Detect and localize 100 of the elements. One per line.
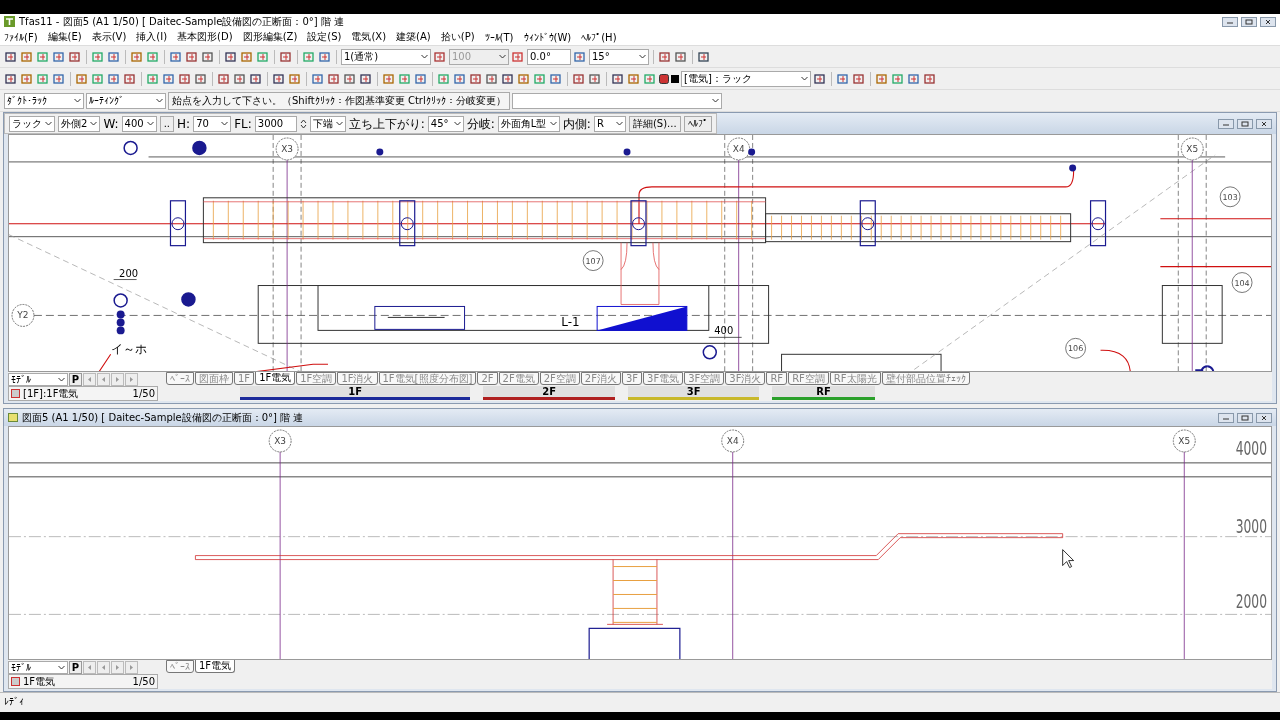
- tool-icon[interactable]: [146, 49, 160, 64]
- tool-icon[interactable]: [836, 71, 850, 86]
- tool-icon[interactable]: [249, 71, 263, 86]
- details-button[interactable]: 詳細(S)...: [628, 115, 681, 132]
- tool-icon[interactable]: [178, 71, 192, 86]
- close-icon[interactable]: [1260, 16, 1276, 27]
- tool-icon[interactable]: [533, 71, 547, 86]
- tool-icon[interactable]: [627, 71, 641, 86]
- menu-item[interactable]: 図形編集(Z): [242, 30, 298, 44]
- tool-icon[interactable]: [398, 71, 412, 86]
- tool-icon[interactable]: [433, 49, 447, 64]
- tool-icon[interactable]: [437, 71, 451, 86]
- tool-icon[interactable]: [91, 49, 105, 64]
- tool-icon[interactable]: [91, 71, 105, 86]
- tool-icon[interactable]: [674, 49, 688, 64]
- tool-icon[interactable]: [107, 71, 121, 86]
- tool-icon[interactable]: [185, 49, 199, 64]
- tool-icon[interactable]: [217, 71, 231, 86]
- tool-icon[interactable]: [162, 71, 176, 86]
- menu-item[interactable]: ﾌｧｲﾙ(F): [4, 31, 38, 43]
- sheet-tab[interactable]: 3F電気: [643, 372, 684, 385]
- menu-item[interactable]: ﾂｰﾙ(T): [484, 31, 514, 43]
- sheet-tab[interactable]: 2F電気: [498, 372, 539, 385]
- width-select[interactable]: 400: [121, 115, 157, 132]
- minimize-icon[interactable]: [1218, 118, 1234, 129]
- tool-icon[interactable]: [485, 71, 499, 86]
- sheet-tab[interactable]: RF空調: [788, 372, 829, 385]
- page-nav-button[interactable]: [83, 660, 96, 674]
- page-nav-button[interactable]: [111, 372, 124, 386]
- tool-icon[interactable]: [302, 49, 316, 64]
- help-button[interactable]: ﾍﾙﾌﾟ: [683, 115, 712, 132]
- tool-icon[interactable]: [194, 71, 208, 86]
- tool-icon[interactable]: [453, 71, 467, 86]
- tool-icon[interactable]: [311, 71, 325, 86]
- tool-icon[interactable]: [343, 71, 357, 86]
- tool-icon[interactable]: [359, 71, 373, 86]
- tool-icon[interactable]: [549, 71, 563, 86]
- sheet-tab[interactable]: 1F電気: [255, 372, 296, 385]
- menu-item[interactable]: 設定(S): [307, 30, 342, 44]
- sheet-tab[interactable]: 壁付部品位置ﾁｪｯｸ: [881, 372, 970, 385]
- tool-icon[interactable]: [4, 49, 18, 64]
- sheet-tab[interactable]: ﾍﾞｰｽ: [166, 660, 194, 673]
- page-nav-button[interactable]: [125, 660, 138, 674]
- tool-icon[interactable]: [875, 71, 889, 86]
- tool-icon[interactable]: [52, 71, 66, 86]
- tool-icon[interactable]: [382, 71, 396, 86]
- tool-icon[interactable]: [36, 71, 50, 86]
- restore-icon[interactable]: [1237, 118, 1253, 129]
- tool-icon[interactable]: [923, 71, 937, 86]
- tool-icon[interactable]: [469, 71, 483, 86]
- tool-icon[interactable]: [288, 71, 302, 86]
- tool-icon[interactable]: [697, 49, 711, 64]
- menu-item[interactable]: 表示(V): [91, 30, 127, 44]
- layer-select[interactable]: [電気]：ラック: [681, 70, 811, 87]
- tool-icon[interactable]: [20, 71, 34, 86]
- tool-icon[interactable]: [256, 49, 270, 64]
- tool-icon[interactable]: [75, 71, 89, 86]
- view-mode-select[interactable]: ﾓﾃﾞﾙ: [8, 660, 68, 674]
- minimize-icon[interactable]: [1218, 412, 1234, 423]
- paper-button[interactable]: P: [69, 660, 82, 674]
- tool-icon[interactable]: [318, 49, 332, 64]
- height-select[interactable]: 70: [193, 115, 232, 132]
- tool-icon[interactable]: [658, 49, 672, 64]
- sheet-tab[interactable]: 2F空調: [539, 372, 580, 385]
- sheet-tab[interactable]: ﾍﾞｰｽ: [166, 372, 194, 385]
- page-nav-button[interactable]: [83, 372, 96, 386]
- tool-icon[interactable]: [813, 71, 827, 86]
- sheet-tab[interactable]: 2F消火: [580, 372, 621, 385]
- category-select[interactable]: ﾀﾞｸﾄ･ﾗｯｸ: [4, 92, 84, 109]
- reference-select[interactable]: 下端: [309, 115, 346, 132]
- close-icon[interactable]: [1256, 412, 1272, 423]
- tool-icon[interactable]: [68, 49, 82, 64]
- tool-icon[interactable]: [588, 71, 602, 86]
- tool-icon[interactable]: [224, 49, 238, 64]
- tool-icon[interactable]: [572, 71, 586, 86]
- line-type-select[interactable]: 1(通常): [341, 48, 431, 65]
- page-nav-button[interactable]: [97, 372, 110, 386]
- sheet-tab[interactable]: 3F消火: [725, 372, 766, 385]
- mode-select[interactable]: ﾙｰﾃｨﾝｸﾞ: [86, 92, 166, 109]
- restore-icon[interactable]: [1237, 412, 1253, 423]
- sheet-tab[interactable]: 図面枠: [195, 372, 233, 385]
- tool-icon[interactable]: [891, 71, 905, 86]
- menu-item[interactable]: 挿入(I): [136, 30, 168, 44]
- side-select[interactable]: 外側2: [58, 115, 101, 132]
- tool-icon[interactable]: [643, 71, 657, 86]
- paper-button[interactable]: P: [69, 372, 82, 386]
- restore-icon[interactable]: [1241, 16, 1257, 27]
- angle-field[interactable]: 0.0°: [527, 48, 571, 65]
- inner-select[interactable]: R: [593, 115, 626, 132]
- tool-icon[interactable]: [517, 71, 531, 86]
- tool-icon[interactable]: [501, 71, 515, 86]
- tool-icon[interactable]: [414, 71, 428, 86]
- tool-icon[interactable]: [240, 49, 254, 64]
- menu-item[interactable]: 基本図形(D): [177, 30, 233, 44]
- more-button[interactable]: ..: [159, 115, 175, 132]
- tool-icon[interactable]: [123, 71, 137, 86]
- sheet-tab[interactable]: 1F空調: [296, 372, 337, 385]
- tool-icon[interactable]: [107, 49, 121, 64]
- tool-icon[interactable]: [130, 49, 144, 64]
- tool-icon[interactable]: [233, 71, 247, 86]
